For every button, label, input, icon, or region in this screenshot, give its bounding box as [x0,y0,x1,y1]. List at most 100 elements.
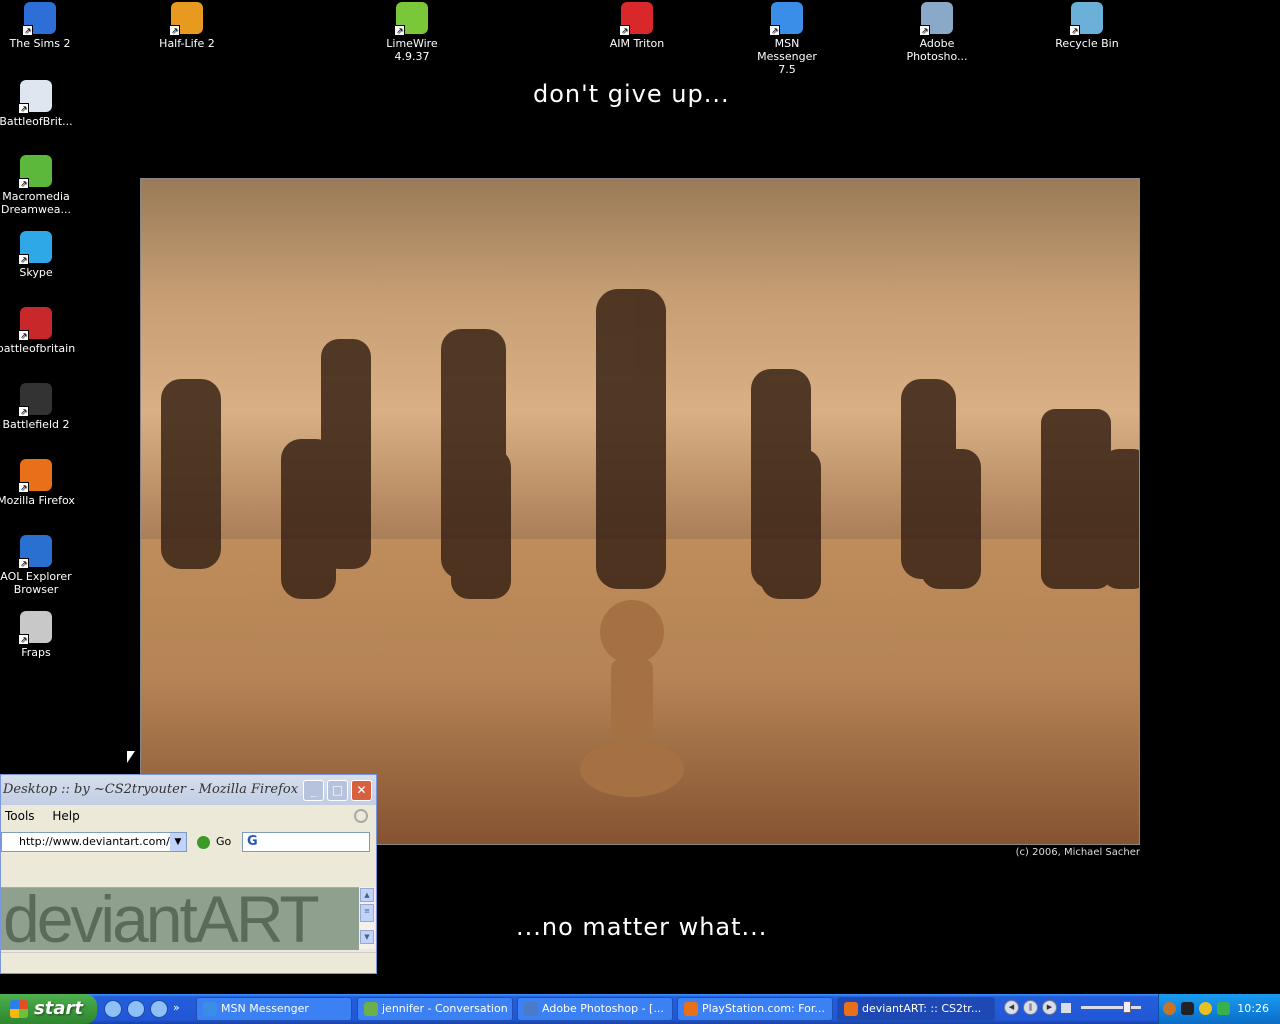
left-icon-0[interactable]: ↗ BattleofBrit... [0,80,76,128]
fraps-icon: ↗ [18,611,52,645]
firefox-icon: ↗ [18,459,52,493]
browser-quicklaunch-icon[interactable] [150,1000,168,1018]
taskbar-button-4[interactable]: deviantART: :: CS2tr... [837,997,995,1021]
sims-icon: ↗ [22,2,56,36]
shortcut-arrow-icon: ↗ [18,406,29,417]
top-icon-5[interactable]: ↗ Adobe Photosho... [897,2,977,63]
taskbar-button-0[interactable]: MSN Messenger [196,997,352,1021]
scroll-down-icon[interactable]: ▼ [360,930,374,944]
msn-icon: ↗ [769,2,803,36]
desktop-icon-label: battleofbritain [0,342,76,355]
shortcut-arrow-icon: ↗ [18,178,29,189]
clock[interactable]: 10:26 [1237,994,1269,1024]
next-icon[interactable]: ▶ [1042,1000,1057,1015]
firefox-title-bar[interactable]: Desktop :: by ~CS2tryouter - Mozilla Fir… [1,775,376,805]
left-icon-3[interactable]: ↗ battleofbritain [0,307,76,355]
photo-credit: (c) 2006, Michael Sacher [1015,847,1140,858]
left-icon-2[interactable]: ↗ Skype [0,231,76,279]
task-label: Adobe Photoshop - [... [542,1002,664,1015]
safely-remove-tray-icon[interactable] [1217,1002,1230,1015]
top-icon-4[interactable]: ↗ MSN Messenger 7.5 [747,2,827,76]
system-tray: 10:26 [1158,994,1280,1024]
aim-icon: ↗ [619,2,653,36]
shortcut-arrow-icon: ↗ [18,558,29,569]
url-value: http://www.deviantart.com/vie [19,835,187,848]
shortcut-arrow-icon: ↗ [18,103,29,114]
desktop-icon-label: Adobe Photosho... [906,37,968,63]
left-icon-1[interactable]: ↗ Macromedia Dreamwea... [0,155,76,216]
desktop-icon-label: Fraps [21,646,51,659]
taskbar-button-2[interactable]: Adobe Photoshop - [... [517,997,673,1021]
shortcut-arrow-icon: ↗ [769,25,780,36]
left-icon-6[interactable]: ↗ AOL Explorer Browser [0,535,76,596]
desktop-icon-label: BattleofBrit... [0,115,73,128]
taskbar-button-3[interactable]: PlayStation.com: For... [677,997,833,1021]
desktop-icon-label: Macromedia Dreamwea... [1,190,71,216]
limewire-icon: ↗ [394,2,428,36]
minimize-button[interactable]: _ [303,780,324,801]
firefox-window[interactable]: Desktop :: by ~CS2tryouter - Mozilla Fir… [0,774,377,974]
shortcut-arrow-icon: ↗ [919,25,930,36]
pause-icon[interactable]: ‖ [1023,1000,1038,1015]
throbber-icon [354,809,368,823]
start-button[interactable]: start [0,994,97,1024]
menu-tools[interactable]: Tools [5,809,35,823]
url-input[interactable]: http://www.deviantart.com/vie ▼ [1,832,187,852]
volume-slider[interactable] [1081,1001,1141,1013]
windows-flag-icon [10,1000,28,1018]
tray-arrow-icon[interactable] [1163,1002,1176,1015]
media-controls: ◀ ‖ ▶ [1004,1000,1141,1015]
go-label: Go [216,835,232,848]
shortcut-arrow-icon: ↗ [1069,25,1080,36]
photoshop-icon: ↗ [919,2,953,36]
top-icon-2[interactable]: ↗ LimeWire 4.9.37 [372,2,452,63]
top-icon-1[interactable]: ↗ Half-Life 2 [147,2,227,50]
desktop-icon-label: LimeWire 4.9.37 [386,37,438,63]
scroll-thumb[interactable]: ≡ [360,904,374,922]
task-app-icon [844,1002,858,1016]
task-app-icon [203,1002,217,1016]
desktop-icon-label: Battlefield 2 [2,418,70,431]
go-arrow-icon [197,835,210,849]
task-label: MSN Messenger [221,1002,309,1015]
previous-icon[interactable]: ◀ [1004,1000,1019,1015]
go-button[interactable]: Go [197,832,231,852]
steam-tray-icon[interactable] [1181,1002,1194,1015]
task-label: PlayStation.com: For... [702,1002,825,1015]
close-button[interactable]: ✕ [351,780,372,801]
task-label: jennifer - Conversation [382,1002,508,1015]
network-tray-icon[interactable] [1199,1002,1212,1015]
quicklaunch-more-icon[interactable]: » [173,1000,180,1018]
msn-quicklaunch-icon[interactable] [127,1000,145,1018]
battlefield-icon: ↗ [18,383,52,417]
battleofbritain-icon: ↗ [18,307,52,341]
left-icon-4[interactable]: ↗ Battlefield 2 [0,383,76,431]
maximize-button[interactable]: □ [327,780,348,801]
volume-knob[interactable] [1123,1001,1131,1013]
shortcut-arrow-icon: ↗ [22,25,33,36]
left-icon-7[interactable]: ↗ Fraps [0,611,76,659]
top-icon-6[interactable]: ↗ Recycle Bin [1047,2,1127,50]
desktop-icon-label: Mozilla Firefox [0,494,75,507]
firefox-menu-bar: Tools Help [1,805,376,827]
volume-icon[interactable] [1061,1002,1071,1013]
firefox-window-title: Desktop :: by ~CS2tryouter - Mozilla Fir… [3,782,299,797]
vertical-scrollbar[interactable]: ▲ ≡ ▼ [359,887,375,949]
deviantart-logo: deviantART [3,887,320,950]
shortcut-arrow-icon: ↗ [619,25,630,36]
search-input[interactable]: G [242,832,370,852]
page-content: deviantART [1,887,359,950]
task-app-icon [364,1002,378,1016]
scroll-up-icon[interactable]: ▲ [360,888,374,902]
aol-explorer-icon: ↗ [18,535,52,569]
wallpaper-chess-photo [140,178,1140,845]
ie-quicklaunch-icon[interactable] [104,1000,122,1018]
desktop-icon-label: MSN Messenger 7.5 [757,37,817,76]
task-label: deviantART: :: CS2tr... [862,1002,982,1015]
url-dropdown-icon[interactable]: ▼ [170,833,186,851]
menu-help[interactable]: Help [52,809,79,823]
left-icon-5[interactable]: ↗ Mozilla Firefox [0,459,76,507]
top-icon-0[interactable]: ↗ The Sims 2 [0,2,80,50]
top-icon-3[interactable]: ↗ AIM Triton [597,2,677,50]
taskbar-button-1[interactable]: jennifer - Conversation [357,997,513,1021]
